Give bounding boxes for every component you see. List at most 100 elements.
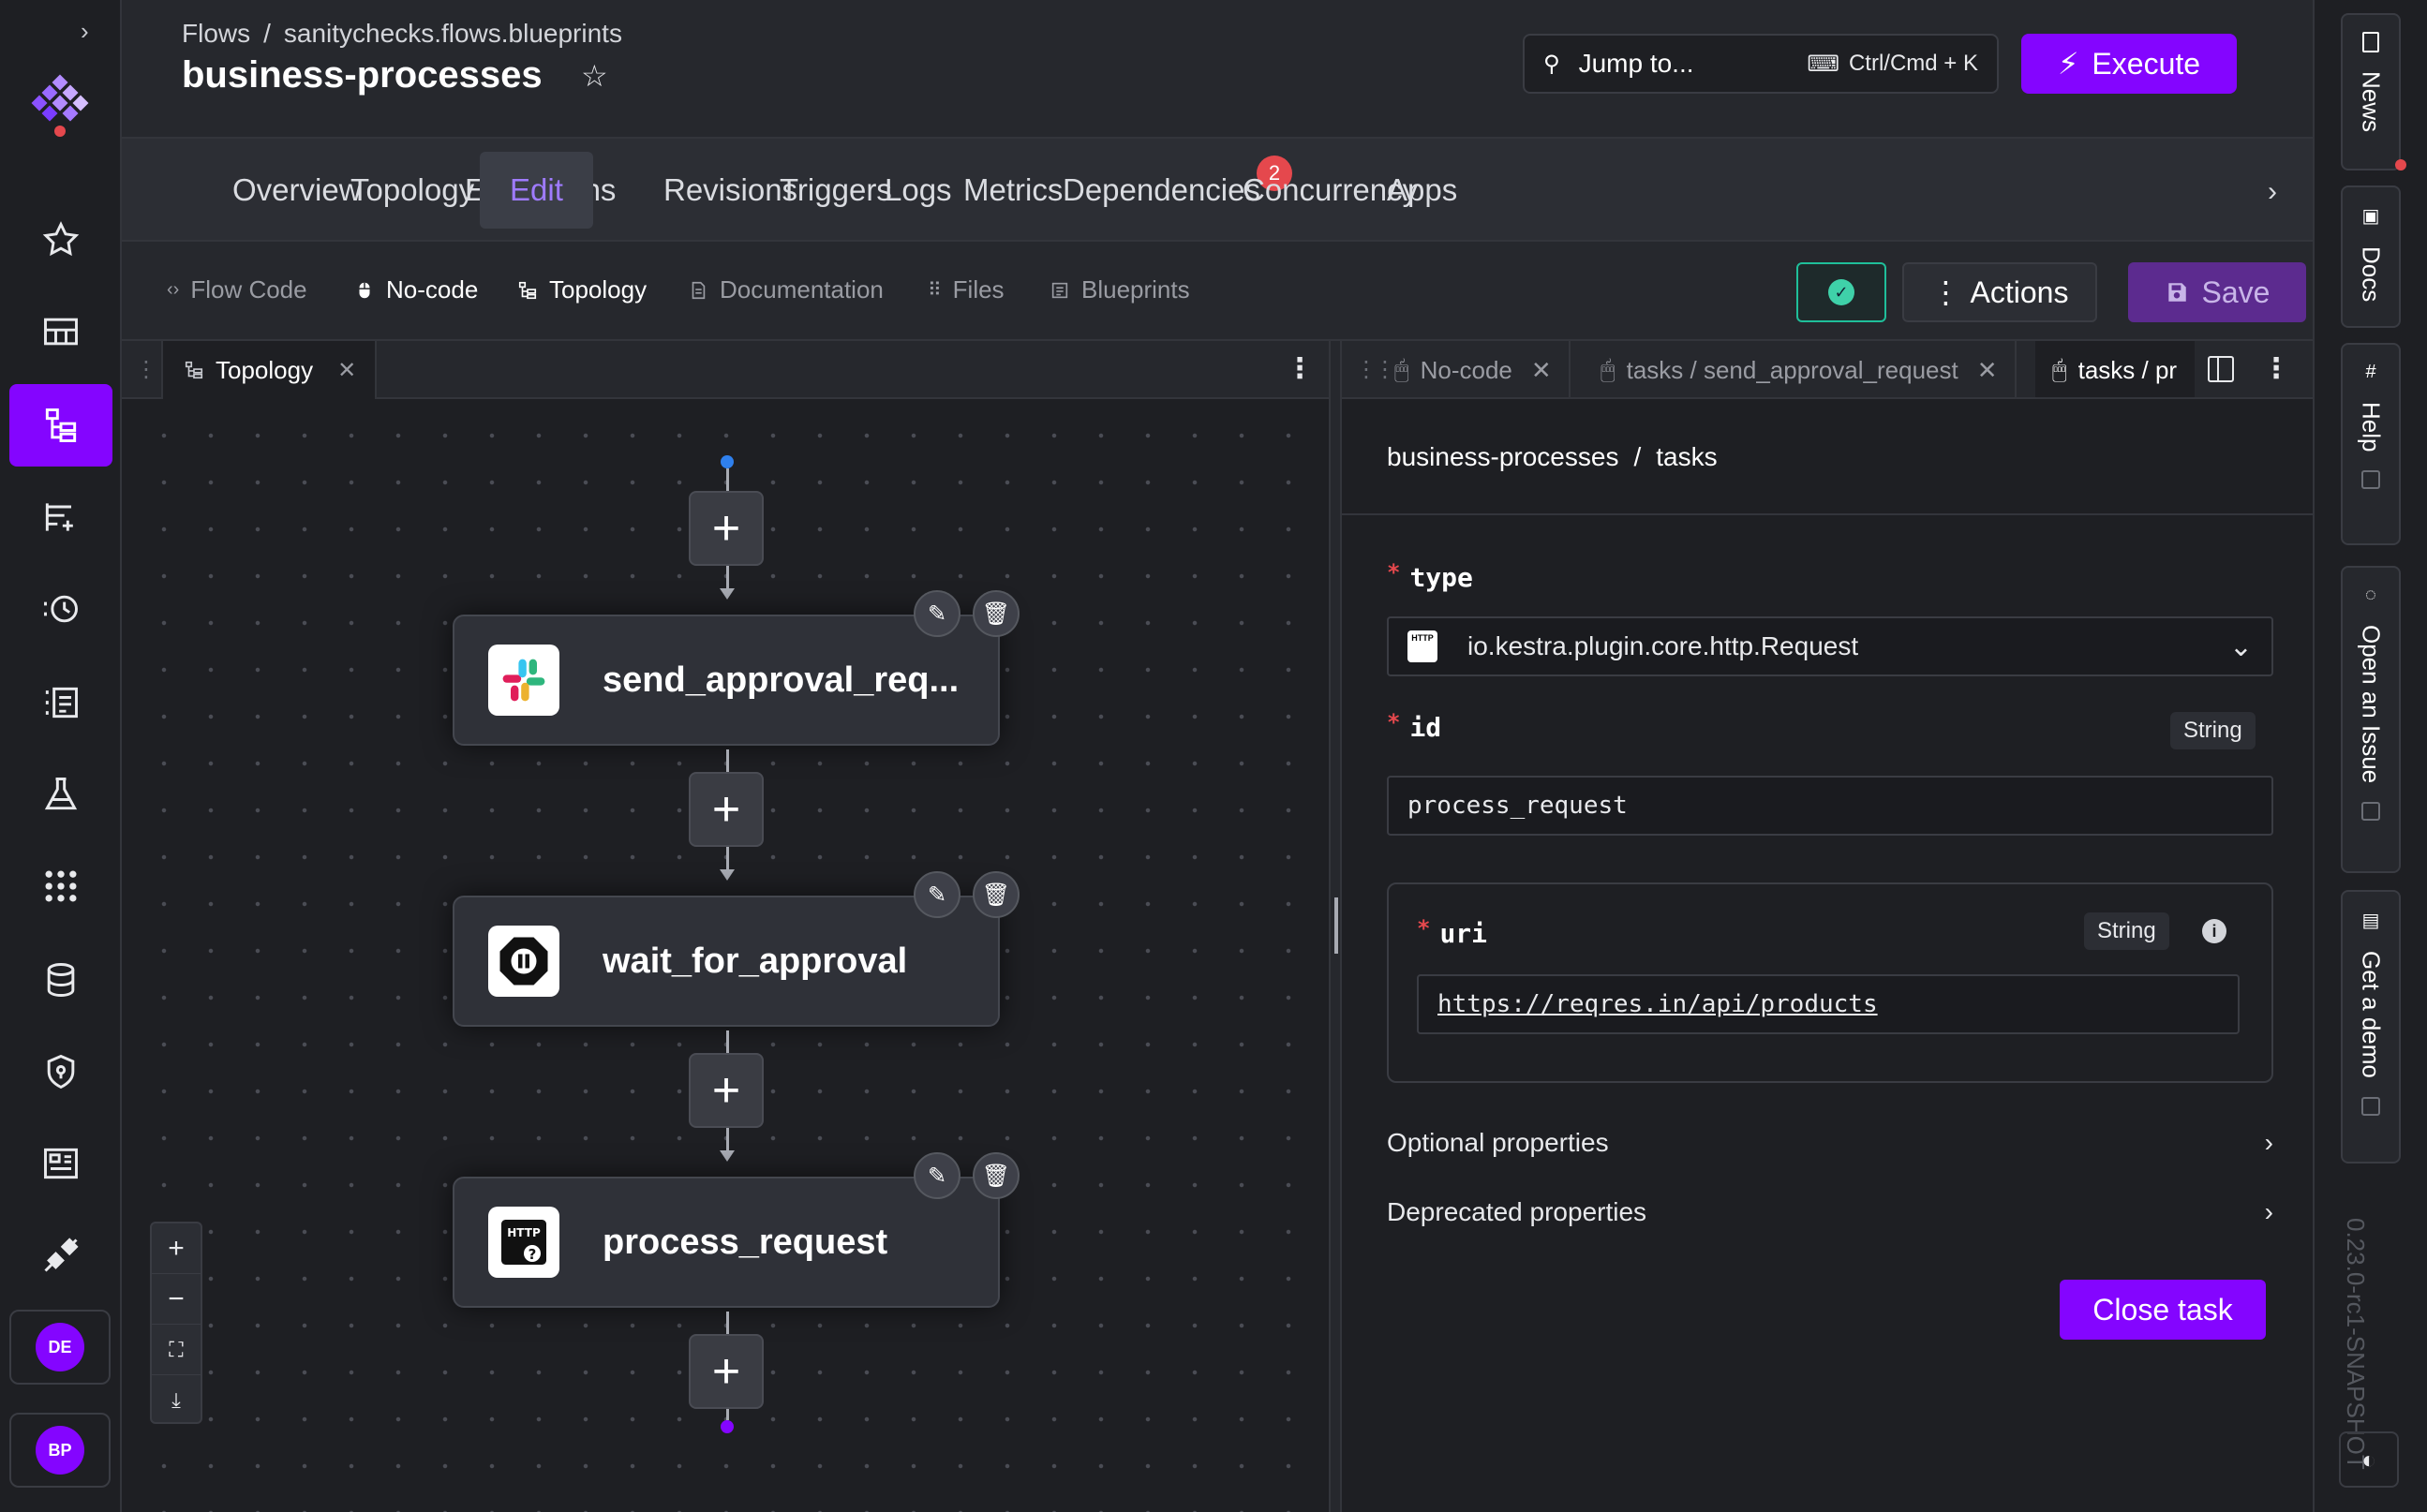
delete-task-icon[interactable]: 🗑 — [973, 871, 1020, 918]
left-sidebar: › DE BP — [0, 0, 122, 1512]
actions-button[interactable]: ⋮ Actions — [1902, 262, 2097, 322]
view-files[interactable]: ⠿ Files — [928, 275, 1005, 304]
validation-status-button[interactable]: ✓ — [1796, 262, 1886, 322]
jump-to-label: Jump to... — [1578, 49, 1694, 78]
task-breadcrumb-section[interactable]: tasks — [1656, 442, 1717, 471]
add-task-button[interactable]: + — [689, 1053, 764, 1128]
nav-templates-icon[interactable] — [9, 476, 112, 558]
save-icon — [2167, 283, 2186, 302]
chevron-down-icon: ⌄ — [2228, 630, 2253, 662]
task-node-send-approval[interactable]: send_approval_req... — [453, 615, 1000, 746]
split-view-icon[interactable] — [2208, 356, 2234, 382]
view-blueprints[interactable]: Blueprints — [1050, 275, 1190, 304]
nav-plugins-icon[interactable] — [9, 1214, 112, 1297]
mouse-icon: 🖱 — [2052, 355, 2067, 383]
open-issue-label: Open an Issue — [2357, 625, 2386, 784]
pane-menu-icon[interactable]: ⋮ — [1286, 352, 1314, 385]
tab-no-code[interactable]: 🖱 No-code ✕ — [1377, 341, 1571, 397]
nav-flows-icon[interactable] — [9, 384, 112, 467]
add-task-button[interactable]: + — [689, 491, 764, 566]
fit-view-icon[interactable]: ⛶ — [152, 1325, 201, 1375]
nav-starred-icon[interactable] — [9, 199, 112, 281]
user-avatar-bp[interactable]: BP — [9, 1413, 111, 1488]
add-task-button[interactable]: + — [689, 1334, 764, 1409]
deprecated-properties-toggle[interactable]: Deprecated properties › — [1387, 1197, 2273, 1227]
editor-toolbar: ‹› Flow Code No-code Topology Documentati… — [122, 242, 2313, 341]
task-node-name: wait_for_approval — [603, 941, 908, 981]
nav-tests-icon[interactable] — [9, 753, 112, 836]
user-avatar-de[interactable]: DE — [9, 1310, 111, 1385]
tab-send-approval-request[interactable]: 🖱 tasks / send_approval_request ✕ — [1584, 341, 2017, 397]
open-issue-button[interactable]: ◌ Open an Issue — [2341, 566, 2401, 873]
view-topology[interactable]: Topology — [517, 275, 647, 304]
view-no-code[interactable]: No-code — [354, 275, 478, 304]
svg-text:HTTP: HTTP — [507, 1226, 541, 1239]
tab-apps[interactable]: Apps — [1357, 152, 1487, 229]
get-demo-button[interactable]: ▤ Get a demo — [2341, 890, 2401, 1164]
nav-blueprints-icon[interactable] — [9, 1122, 112, 1205]
close-icon[interactable]: ✕ — [1977, 356, 1998, 385]
view-documentation[interactable]: Documentation — [688, 275, 884, 304]
execute-label: Execute — [2092, 46, 2201, 81]
nav-kv-store-icon[interactable] — [9, 939, 112, 1021]
splitter-handle[interactable] — [1334, 897, 1338, 954]
topology-pane: ⋮⋮ Topology ✕ ⋮ + send_approval_req... ✎… — [122, 341, 1329, 1512]
uri-label-text: uri — [1439, 918, 1488, 949]
delete-task-icon[interactable]: 🗑 — [973, 590, 1020, 637]
nav-namespaces-icon[interactable] — [9, 845, 112, 927]
kestra-logo[interactable] — [26, 71, 94, 146]
nav-dashboards-icon[interactable] — [9, 290, 112, 373]
execute-button[interactable]: ⚡ Execute — [2021, 34, 2237, 94]
edge-arrow — [720, 1150, 735, 1162]
jump-to-search[interactable]: ⚲ Jump to... ⌨ Ctrl/Cmd + K — [1523, 34, 1999, 94]
close-icon[interactable]: ✕ — [337, 357, 356, 384]
breadcrumb-flows-link[interactable]: Flows — [182, 19, 250, 48]
pane-splitter[interactable] — [1329, 341, 1342, 1512]
edge — [726, 847, 729, 871]
expand-sidebar-icon[interactable]: › — [81, 17, 89, 46]
edit-task-icon[interactable]: ✎ — [914, 871, 960, 918]
news-icon — [2362, 32, 2379, 52]
right-sidebar: News ▣ Docs # Help ◌ Open an Issue ▤ Get… — [2313, 0, 2427, 1512]
task-breadcrumb-flow[interactable]: business-processes — [1387, 442, 1618, 471]
add-task-button[interactable]: + — [689, 772, 764, 847]
close-icon[interactable]: ✕ — [1531, 356, 1552, 385]
news-label: News — [2357, 71, 2386, 133]
id-input[interactable]: process_request — [1387, 776, 2273, 836]
star-icon[interactable]: ☆ — [581, 58, 608, 94]
zoom-out-icon[interactable]: − — [152, 1274, 201, 1325]
close-task-button[interactable]: Close task — [2060, 1280, 2266, 1340]
uri-input[interactable]: https://reqres.in/api/products — [1417, 974, 2240, 1034]
nav-secrets-icon[interactable] — [9, 1030, 112, 1113]
chevron-right-icon[interactable]: › — [2268, 176, 2277, 208]
save-button[interactable]: Save — [2128, 262, 2306, 322]
task-node-process-request[interactable]: HTTP? process_request — [453, 1177, 1000, 1308]
news-button[interactable]: News — [2341, 13, 2401, 170]
view-flow-code[interactable]: ‹› Flow Code — [167, 275, 307, 304]
docs-button[interactable]: ▣ Docs — [2341, 185, 2401, 328]
topology-pane-tab[interactable]: Topology ✕ — [161, 341, 377, 399]
type-select[interactable]: HTTP io.kestra.plugin.core.http.Request … — [1387, 616, 2273, 676]
task-node-wait-for-approval[interactable]: wait_for_approval — [453, 896, 1000, 1027]
theme-toggle-icon[interactable]: ◐ — [2339, 1431, 2399, 1488]
http-icon: HTTP — [1407, 630, 1437, 662]
nav-logs-icon[interactable] — [9, 661, 112, 744]
nav-executions-icon[interactable] — [9, 568, 112, 650]
help-button[interactable]: # Help — [2341, 343, 2401, 545]
tab-no-code-label: No-code — [1420, 355, 1512, 384]
edge — [726, 1409, 729, 1420]
edit-task-icon[interactable]: ✎ — [914, 590, 960, 637]
zoom-in-icon[interactable]: + — [152, 1223, 201, 1274]
pane-menu-icon[interactable]: ⋮ — [2262, 352, 2290, 385]
edge — [726, 749, 729, 772]
edit-task-icon[interactable]: ✎ — [914, 1152, 960, 1199]
tab-process-request[interactable]: 🖱 tasks / pr — [2035, 341, 2195, 397]
edge-arrow — [720, 869, 735, 881]
download-icon[interactable]: ⤓ — [152, 1375, 201, 1426]
delete-task-icon[interactable]: 🗑 — [973, 1152, 1020, 1199]
breadcrumb-namespace[interactable]: sanitychecks.flows.blueprints — [284, 19, 622, 48]
tab-edit[interactable]: Edit — [480, 152, 593, 229]
type-select-value: io.kestra.plugin.core.http.Request — [1467, 631, 1859, 660]
optional-properties-toggle[interactable]: Optional properties › — [1387, 1128, 2273, 1158]
info-icon[interactable]: i — [2202, 919, 2226, 943]
